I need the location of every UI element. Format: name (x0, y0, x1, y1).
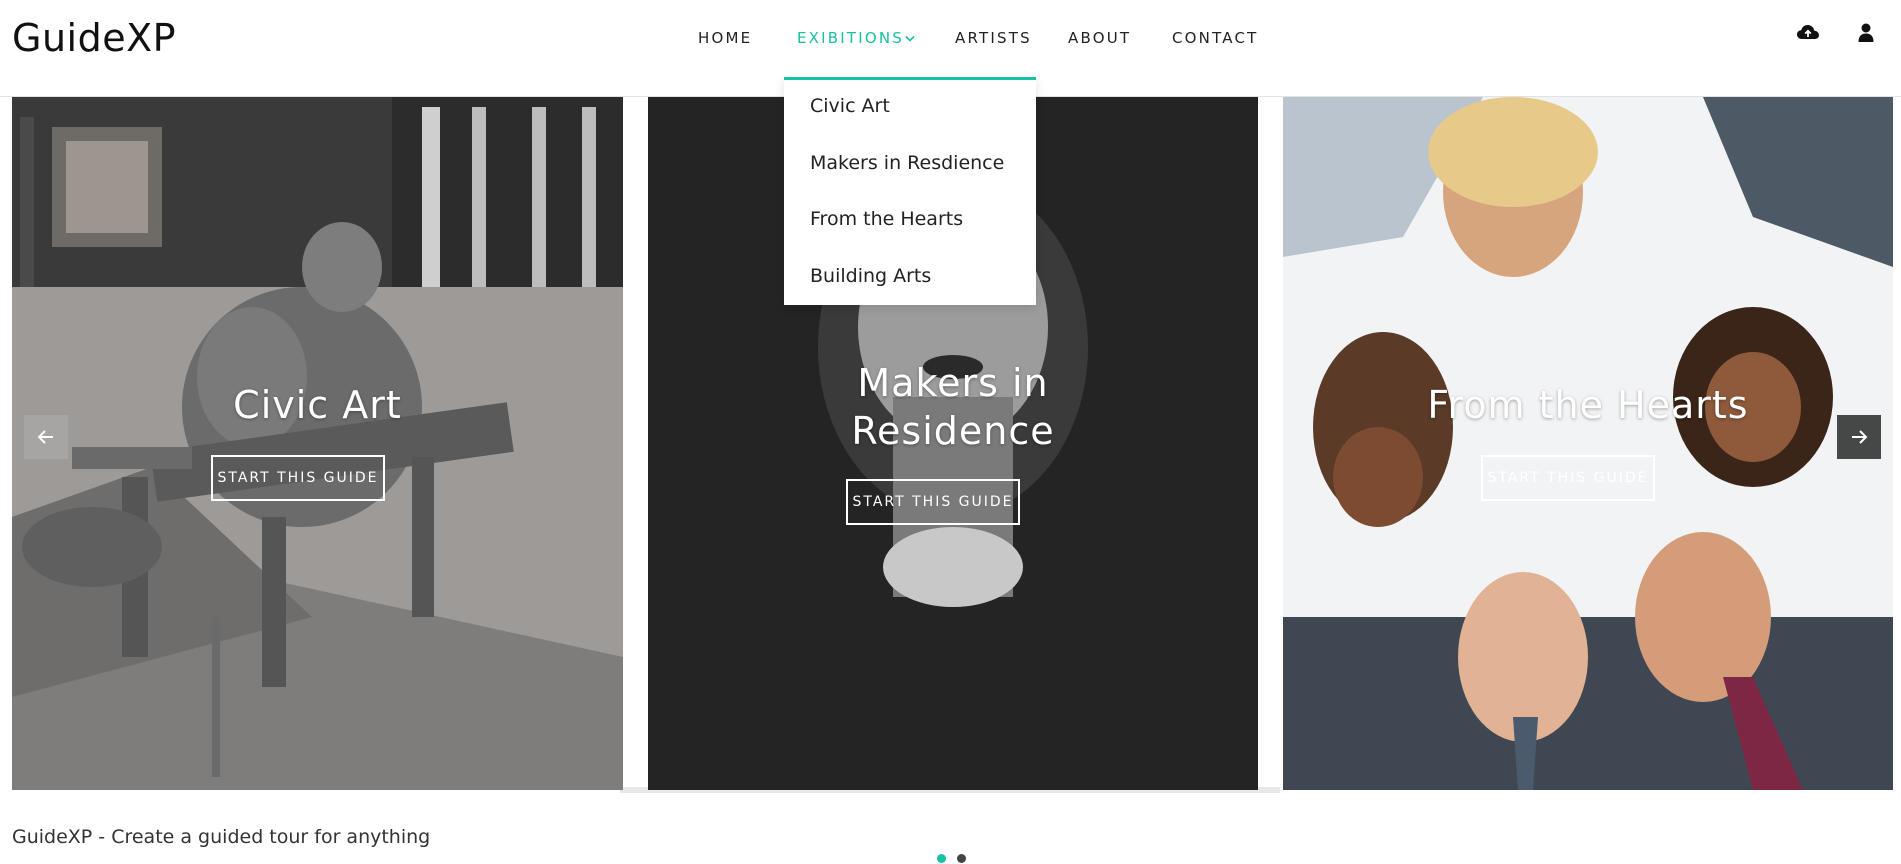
slide-image-team (1283, 97, 1893, 790)
brand-logo[interactable]: GuideXP (12, 14, 176, 62)
arrow-left-icon (37, 430, 53, 444)
carousel-dot-active[interactable] (937, 854, 946, 863)
carousel-dot[interactable] (957, 854, 966, 863)
nav-item-contact[interactable]: CONTACT (1172, 26, 1259, 50)
slide-title-line2: Residence (851, 409, 1055, 453)
site-tagline: GuideXP - Create a guided tour for anyth… (12, 826, 431, 848)
user-icon[interactable] (1857, 22, 1883, 48)
dropdown-item-makers-in-resdience[interactable]: Makers in Resdience (810, 150, 1004, 176)
exibitions-dropdown: Civic Art Makers in Resdience From the H… (784, 77, 1036, 305)
nav-item-about[interactable]: ABOUT (1068, 26, 1131, 50)
slide-title-line1: Makers in (857, 361, 1049, 405)
slide-civic-art[interactable]: Civic Art START THIS GUIDE (12, 97, 623, 790)
slide-title: From the Hearts (1427, 383, 1749, 427)
start-guide-button[interactable]: START THIS GUIDE (211, 455, 385, 501)
cloud-upload-icon[interactable] (1796, 22, 1822, 48)
slide-from-the-hearts[interactable]: From the Hearts START THIS GUIDE (1283, 97, 1893, 790)
dropdown-item-civic-art[interactable]: Civic Art (810, 93, 890, 119)
nav-item-exibitions-label: EXIBITIONS (797, 29, 905, 47)
arrow-right-icon (1852, 430, 1868, 444)
carousel-prev-button[interactable] (24, 415, 68, 459)
nav-item-home[interactable]: HOME (698, 26, 752, 50)
chevron-down-icon[interactable] (905, 35, 915, 44)
start-guide-button[interactable]: START THIS GUIDE (1481, 455, 1655, 501)
nav-item-exibitions[interactable]: EXIBITIONS (797, 26, 904, 50)
carousel-next-button[interactable] (1837, 415, 1881, 459)
start-guide-button[interactable]: START THIS GUIDE (846, 479, 1020, 525)
slide-title: Civic Art (233, 383, 402, 427)
nav-item-artists[interactable]: ARTISTS (955, 26, 1032, 50)
slide-image-statue (12, 97, 623, 790)
dropdown-item-from-the-hearts[interactable]: From the Hearts (810, 206, 963, 232)
dropdown-item-building-arts[interactable]: Building Arts (810, 263, 931, 289)
